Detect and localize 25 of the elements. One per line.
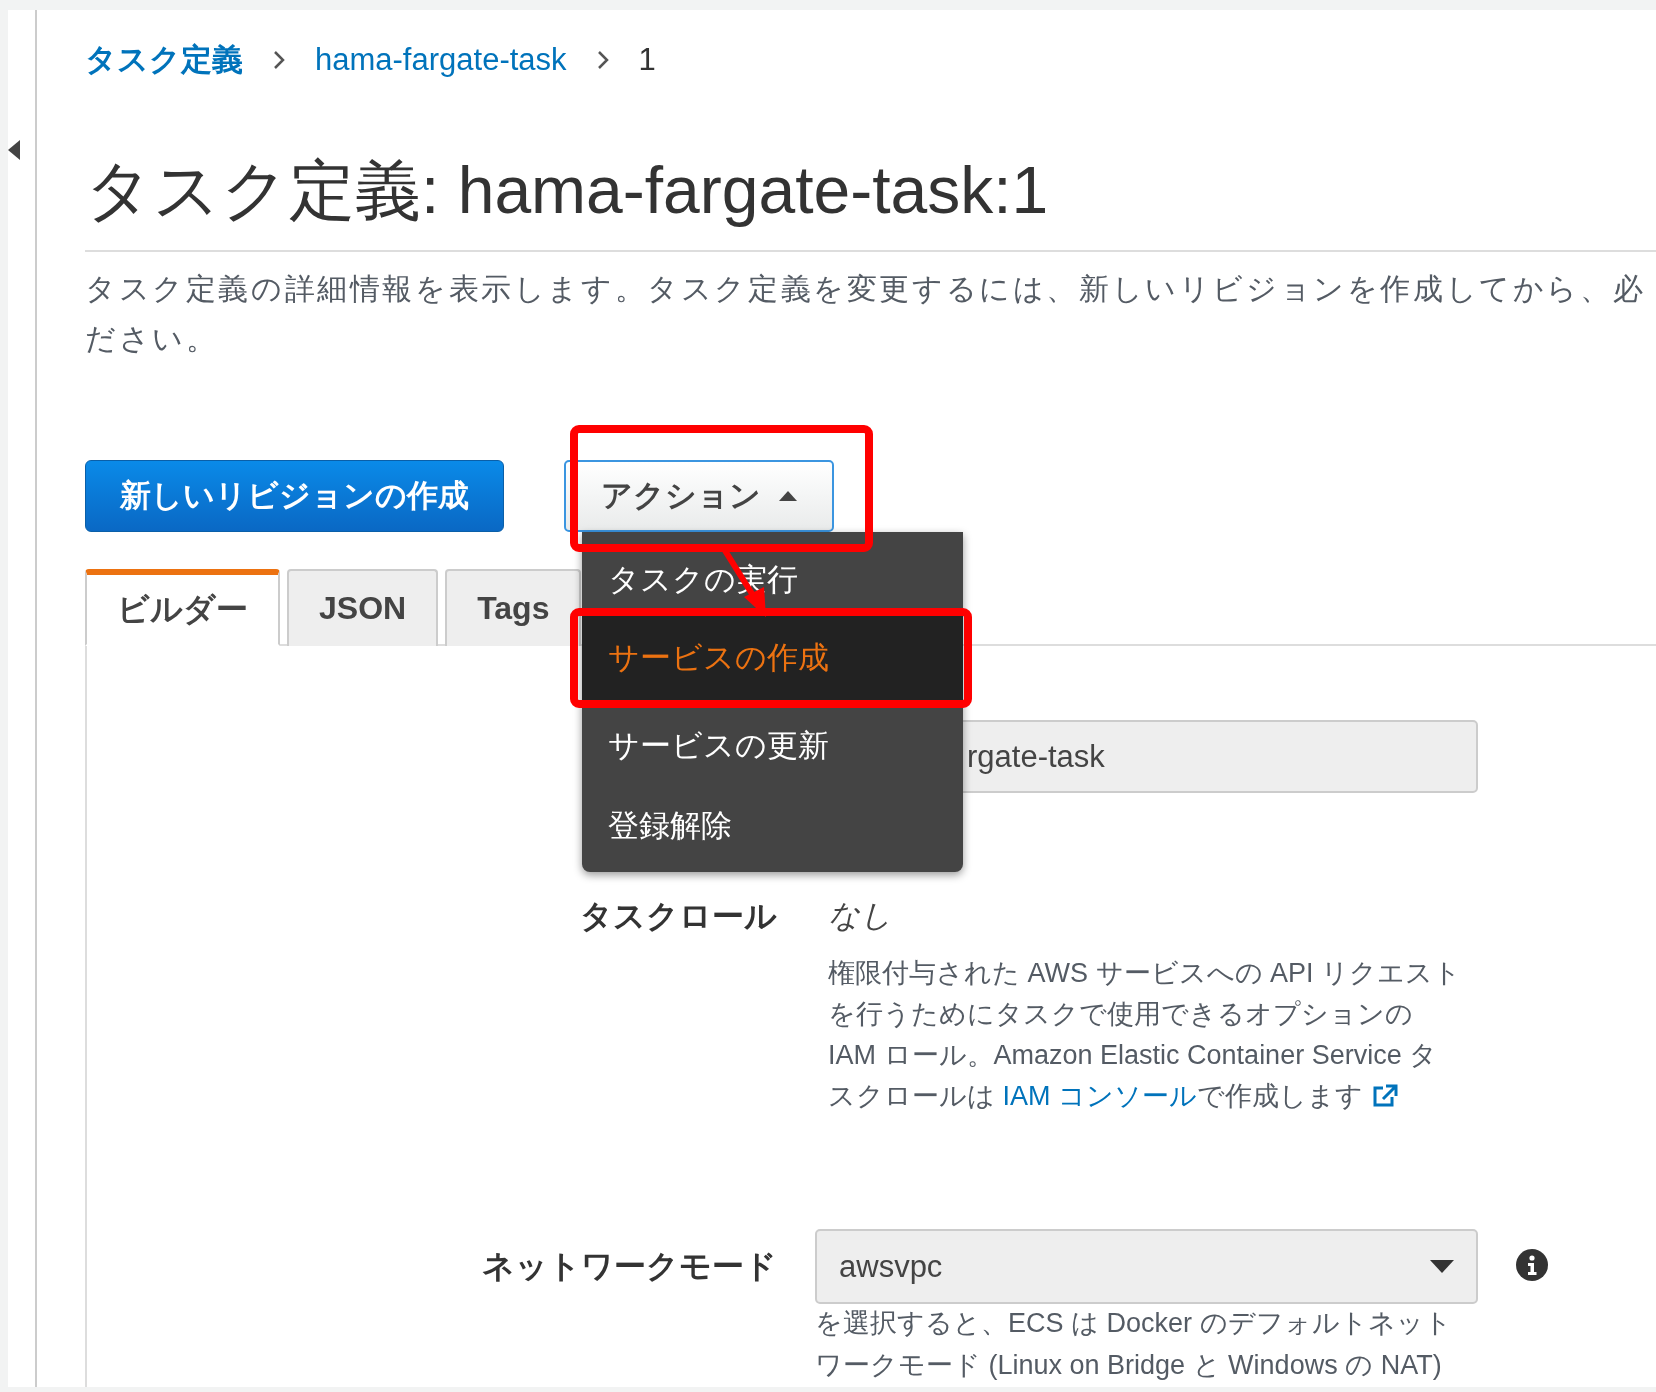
- tab[interactable]: JSON: [287, 569, 439, 646]
- description-line: タスク定義の詳細情報を表示します。タスク定義を変更するには、新しいリビジョンを作成してから、必: [85, 271, 1647, 307]
- info-icon[interactable]: [1516, 1248, 1548, 1281]
- caret-icon: [779, 491, 797, 501]
- collapse-icon[interactable]: [8, 140, 20, 160]
- field-value: なし: [827, 897, 893, 935]
- select-field[interactable]: awsvpc: [815, 1229, 1478, 1304]
- actions-button[interactable]: アクション: [564, 460, 834, 532]
- dropdown-arrow-icon: [1430, 1260, 1454, 1273]
- tab[interactable]: ビルダー: [85, 569, 280, 646]
- chevron-icon: [596, 50, 609, 70]
- field-label: ネットワークモード: [481, 1246, 777, 1286]
- help-text: を選択すると、ECS は Docker のデフォルトネットワークモード (Linux on Bridge と Windows の NAT): [815, 1307, 1453, 1382]
- breadcrumb-link[interactable]: hama-fargate-task: [315, 42, 567, 78]
- description-line: ださい。: [85, 321, 220, 357]
- field-label: タスクロール: [579, 897, 777, 936]
- create-revision-button[interactable]: 新しいリビジョンの作成: [85, 460, 504, 532]
- breadcrumb-current: 1: [638, 42, 656, 78]
- breadcrumb-link[interactable]: タスク定義: [85, 39, 243, 81]
- help-text: 権限付与された AWS サービスへの API リクエストを行うためにタスクで使用できるオプションの IAM ロール。Amazon Elastic Container Service タスクロールは IAM コンソールで作成します: [827, 957, 1463, 1113]
- menu-item[interactable]: サービスの作成: [582, 616, 963, 700]
- chevron-icon: [273, 50, 285, 70]
- iam-console-link[interactable]: IAM コンソール: [1002, 1081, 1198, 1111]
- tab[interactable]: Tags: [445, 569, 582, 646]
- page-title: タスク定義: hama-fargate-task:1: [85, 146, 1656, 252]
